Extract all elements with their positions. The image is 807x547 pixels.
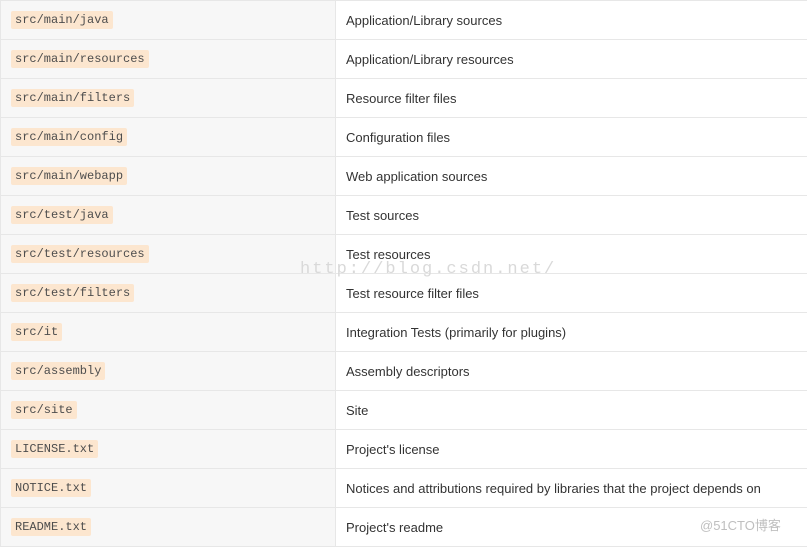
- path-code: src/test/resources: [11, 245, 149, 263]
- desc-cell: Assembly descriptors: [336, 352, 807, 391]
- table-row: src/main/config Configuration files: [1, 118, 807, 157]
- path-cell: LICENSE.txt: [1, 430, 336, 469]
- path-cell: NOTICE.txt: [1, 469, 336, 508]
- path-code: src/main/webapp: [11, 167, 127, 185]
- path-cell: src/main/config: [1, 118, 336, 157]
- path-cell: src/test/filters: [1, 274, 336, 313]
- path-cell: src/test/java: [1, 196, 336, 235]
- desc-cell: Project's readme: [336, 508, 807, 547]
- desc-cell: Application/Library resources: [336, 40, 807, 79]
- path-code: src/main/config: [11, 128, 127, 146]
- desc-cell: Resource filter files: [336, 79, 807, 118]
- table-row: src/it Integration Tests (primarily for …: [1, 313, 807, 352]
- path-cell: src/main/webapp: [1, 157, 336, 196]
- table-row: src/site Site: [1, 391, 807, 430]
- table-row: src/test/filters Test resource filter fi…: [1, 274, 807, 313]
- path-cell: src/main/java: [1, 1, 336, 40]
- desc-cell: Site: [336, 391, 807, 430]
- desc-cell: Test sources: [336, 196, 807, 235]
- path-code: src/test/filters: [11, 284, 134, 302]
- table-row: src/main/java Application/Library source…: [1, 1, 807, 40]
- desc-cell: Application/Library sources: [336, 1, 807, 40]
- path-code: README.txt: [11, 518, 91, 536]
- path-code: src/it: [11, 323, 62, 341]
- table-row: LICENSE.txt Project's license: [1, 430, 807, 469]
- path-cell: README.txt: [1, 508, 336, 547]
- path-cell: src/main/resources: [1, 40, 336, 79]
- desc-cell: Configuration files: [336, 118, 807, 157]
- directory-layout-table: src/main/java Application/Library source…: [0, 0, 807, 547]
- path-code: src/main/java: [11, 11, 113, 29]
- path-code: src/site: [11, 401, 77, 419]
- path-cell: src/site: [1, 391, 336, 430]
- path-code: src/assembly: [11, 362, 105, 380]
- table-row: src/test/java Test sources: [1, 196, 807, 235]
- path-cell: src/it: [1, 313, 336, 352]
- desc-cell: Notices and attributions required by lib…: [336, 469, 807, 508]
- path-cell: src/assembly: [1, 352, 336, 391]
- path-cell: src/main/filters: [1, 79, 336, 118]
- desc-cell: Test resources: [336, 235, 807, 274]
- table-row: README.txt Project's readme: [1, 508, 807, 547]
- table-row: src/main/filters Resource filter files: [1, 79, 807, 118]
- table-body: src/main/java Application/Library source…: [1, 1, 807, 547]
- path-cell: src/test/resources: [1, 235, 336, 274]
- path-code: src/main/resources: [11, 50, 149, 68]
- table-row: src/main/webapp Web application sources: [1, 157, 807, 196]
- table-row: NOTICE.txt Notices and attributions requ…: [1, 469, 807, 508]
- desc-cell: Project's license: [336, 430, 807, 469]
- table-row: src/assembly Assembly descriptors: [1, 352, 807, 391]
- desc-cell: Test resource filter files: [336, 274, 807, 313]
- path-code: src/main/filters: [11, 89, 134, 107]
- desc-cell: Web application sources: [336, 157, 807, 196]
- path-code: LICENSE.txt: [11, 440, 98, 458]
- table-row: src/main/resources Application/Library r…: [1, 40, 807, 79]
- path-code: NOTICE.txt: [11, 479, 91, 497]
- page-container: src/main/java Application/Library source…: [0, 0, 807, 547]
- desc-cell: Integration Tests (primarily for plugins…: [336, 313, 807, 352]
- path-code: src/test/java: [11, 206, 113, 224]
- table-row: src/test/resources Test resources: [1, 235, 807, 274]
